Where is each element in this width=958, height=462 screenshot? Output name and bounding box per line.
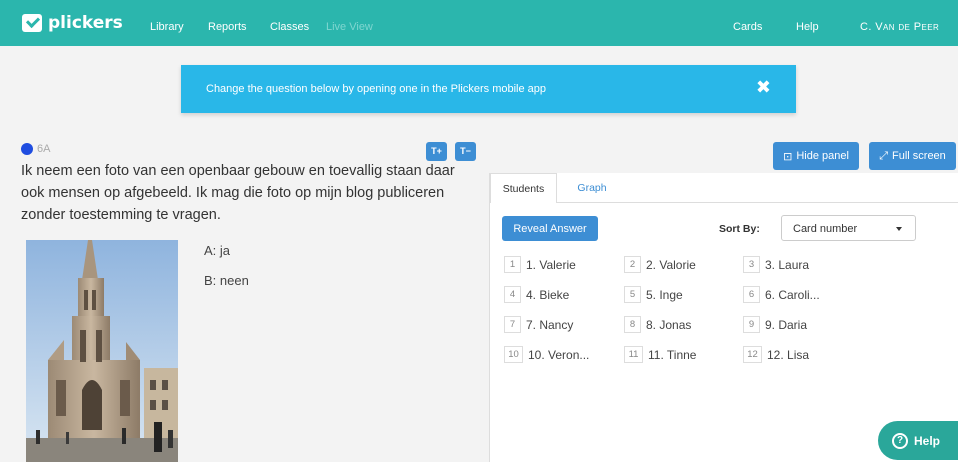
logo-check-icon xyxy=(22,14,42,32)
nav-cards[interactable]: Cards xyxy=(733,21,762,33)
student-item[interactable]: 1 1. Valerie xyxy=(504,256,576,273)
student-name: 10. Veron... xyxy=(528,347,590,362)
student-name: 4. Bieke xyxy=(526,287,570,302)
student-card-number: 6 xyxy=(743,286,760,303)
student-card-number: 4 xyxy=(504,286,521,303)
banner-message: Change the question below by opening one… xyxy=(206,83,547,95)
student-name: 11. Tinne xyxy=(648,347,697,362)
student-card-number: 2 xyxy=(624,256,641,273)
full-screen-button[interactable]: ⤢ Full screen xyxy=(869,142,956,170)
full-screen-label: Full screen xyxy=(892,150,946,162)
student-item[interactable]: 10 10. Veron... xyxy=(504,346,589,363)
nav-reports[interactable]: Reports xyxy=(208,21,247,33)
nav-live-view[interactable]: Live View xyxy=(326,21,373,33)
tab-graph[interactable]: Graph xyxy=(572,173,612,203)
question-image xyxy=(26,240,178,462)
top-navigation-bar: plickers Library Reports Classes Live Vi… xyxy=(0,0,958,46)
student-item[interactable]: 12 12. Lisa xyxy=(743,346,809,363)
student-name: 7. Nancy xyxy=(526,317,574,332)
close-icon[interactable]: ✖ xyxy=(756,77,771,98)
students-panel: Students Graph Reveal Answer Sort By: Ca… xyxy=(489,173,958,462)
user-menu[interactable]: C. Van de Peer xyxy=(860,21,939,33)
nav-library[interactable]: Library xyxy=(150,21,184,33)
chevron-down-icon xyxy=(896,227,902,231)
logo-text: plickers xyxy=(48,13,123,33)
sort-by-label: Sort By: xyxy=(719,223,760,235)
student-item[interactable]: 3 3. Laura xyxy=(743,256,809,273)
question-mark-icon: ? xyxy=(892,432,908,449)
student-card-number: 8 xyxy=(624,316,641,333)
student-item[interactable]: 9 9. Daria xyxy=(743,316,807,333)
question-text: Ik neem een foto van een openbaar gebouw… xyxy=(21,163,455,223)
student-card-number: 9 xyxy=(743,316,760,333)
student-item[interactable]: 2 2. Valorie xyxy=(624,256,696,273)
sort-select[interactable]: Card number xyxy=(781,215,916,241)
hide-panel-label: Hide panel xyxy=(796,150,849,162)
student-name: 1. Valerie xyxy=(526,257,576,272)
student-name: 6. Caroli... xyxy=(765,287,820,302)
student-item[interactable]: 7 7. Nancy xyxy=(504,316,573,333)
answer-b: B: neen xyxy=(204,273,249,288)
student-card-number: 3 xyxy=(743,256,760,273)
tab-students[interactable]: Students xyxy=(490,173,557,203)
tab-divider xyxy=(557,202,958,203)
student-item[interactable]: 6 6. Caroli... xyxy=(743,286,820,303)
text-increase-button[interactable]: T+ xyxy=(426,142,447,161)
answer-a: A: ja xyxy=(204,243,231,258)
student-item[interactable]: 11 11. Tinne xyxy=(624,346,696,363)
student-name: 2. Valorie xyxy=(646,257,696,272)
sort-select-value: Card number xyxy=(793,223,858,235)
nav-classes[interactable]: Classes xyxy=(270,21,309,33)
reveal-answer-button[interactable]: Reveal Answer xyxy=(502,216,598,241)
plickers-logo[interactable]: plickers xyxy=(22,13,123,33)
class-color-dot xyxy=(21,143,33,155)
info-banner: Change the question below by opening one… xyxy=(181,65,796,113)
student-name: 5. Inge xyxy=(646,287,683,302)
student-item[interactable]: 5 5. Inge xyxy=(624,286,683,303)
expand-icon: ⤢ xyxy=(879,149,888,162)
class-name: 6A xyxy=(37,143,51,155)
student-card-number: 10 xyxy=(504,346,523,363)
student-card-number: 7 xyxy=(504,316,521,333)
hide-panel-icon: ⊡ xyxy=(783,150,793,163)
help-button[interactable]: ? Help xyxy=(878,421,958,460)
student-name: 12. Lisa xyxy=(767,347,810,362)
student-name: 3. Laura xyxy=(765,257,810,272)
nav-help[interactable]: Help xyxy=(796,21,819,33)
student-item[interactable]: 8 8. Jonas xyxy=(624,316,691,333)
student-card-number: 5 xyxy=(624,286,641,303)
hide-panel-button[interactable]: ⊡ Hide panel xyxy=(773,142,859,170)
student-card-number: 1 xyxy=(504,256,521,273)
text-decrease-button[interactable]: T− xyxy=(455,142,476,161)
student-name: 8. Jonas xyxy=(646,317,692,332)
student-card-number: 12 xyxy=(743,346,762,363)
student-card-number: 11 xyxy=(624,346,643,363)
student-name: 9. Daria xyxy=(765,317,808,332)
help-label: Help xyxy=(914,433,941,448)
student-item[interactable]: 4 4. Bieke xyxy=(504,286,569,303)
